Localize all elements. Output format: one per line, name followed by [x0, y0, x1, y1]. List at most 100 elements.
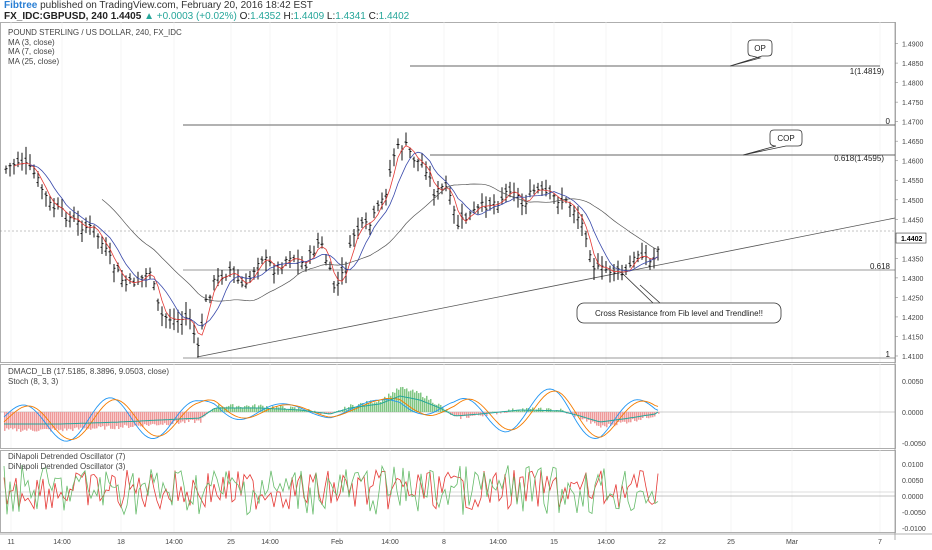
macd-histogram-bar [102, 412, 104, 427]
cross-resistance-callout[interactable]: Cross Resistance from Fib level and Tren… [576, 272, 782, 324]
trading-chart[interactable]: 1.49001.48001.47001.46001.45001.44001.43… [0, 0, 932, 550]
macd-histogram-bar [476, 412, 478, 414]
macd-histogram-bar [426, 395, 428, 412]
macd-histogram-bar [504, 412, 506, 413]
legend-ma3: MA (3, close) [8, 38, 55, 47]
macd-histogram-bar [234, 407, 236, 412]
macd-histogram-bar [110, 412, 112, 429]
macd-histogram-bar [236, 406, 238, 412]
macd-histogram-bar [104, 412, 106, 430]
macd-histogram-bar [106, 412, 108, 427]
macd-histogram-bar [76, 412, 78, 428]
macd-histogram-bar [170, 412, 172, 425]
macd-histogram-bar [596, 412, 598, 426]
macd-histogram-bar [82, 412, 84, 430]
macd-histogram-bar [26, 412, 28, 431]
legend-ma25: MA (25, close) [8, 57, 59, 66]
price-tick-label: 1.4200 [902, 315, 924, 322]
price-tick-label: 1.4100 [902, 354, 924, 361]
macd-histogram-bar [368, 403, 370, 412]
macd-histogram-bar [130, 412, 132, 427]
macd-histogram-bar [432, 402, 434, 412]
time-tick-label: 14:00 [381, 539, 399, 546]
macd-histogram-bar [430, 398, 432, 412]
price-tick-label: 1.4650 [902, 139, 924, 146]
macd-histogram-bar [628, 412, 630, 423]
legend-dmacd: DMACD_LB (17.5185, 8.3896, 9.0503, close… [8, 367, 169, 376]
macd-histogram-bar [68, 412, 70, 429]
op-callout[interactable]: OP [729, 39, 773, 67]
macd-histogram-bar [552, 411, 554, 412]
ma7-line [29, 151, 659, 327]
macd-legend: DMACD_LB (17.5185, 8.3896, 9.0503, close… [8, 367, 169, 386]
legend-ma7: MA (7, close) [8, 47, 55, 56]
macd-histogram-bar [284, 408, 286, 412]
macd-histogram-bar [626, 412, 628, 424]
macd-histogram-bar [518, 410, 520, 412]
time-tick-label: 22 [658, 539, 666, 546]
cop-callout[interactable]: COP [742, 129, 803, 156]
macd-histogram-bar [18, 412, 20, 429]
main-legend: POUND STERLING / US DOLLAR, 240, FX_IDC … [8, 28, 182, 66]
macd-histogram-bar [286, 409, 288, 412]
macd-histogram-bar [30, 412, 32, 430]
pane-frame [0, 450, 896, 533]
macd-histogram-bar [148, 412, 150, 426]
macd-histogram-bar [162, 412, 164, 425]
macd-histogram-bar [474, 412, 476, 416]
macd-histogram-bar [330, 412, 332, 414]
macd-histogram-bar [122, 412, 124, 428]
time-tick-label: 15 [550, 539, 558, 546]
osc-tick-label: 0.0100 [902, 462, 924, 469]
macd-histogram-bar [486, 412, 488, 417]
price-tick-label: 1.4300 [902, 276, 924, 283]
macd-histogram-bar [278, 407, 280, 412]
macd-histogram-bar [238, 405, 240, 412]
macd-histogram-bar [124, 412, 126, 425]
macd-histogram-bar [14, 412, 16, 429]
macd-histogram-bar [164, 412, 166, 424]
macd-histogram-bar [378, 400, 380, 412]
macd-histogram-bar [100, 412, 102, 428]
macd-histogram-bar [40, 412, 42, 430]
macd-histogram-bar [252, 405, 254, 412]
macd-histogram-bar [374, 402, 376, 412]
macd-histogram-bar [244, 406, 246, 412]
macd-histogram-bar [642, 412, 644, 419]
macd-histogram-bar [404, 389, 406, 412]
osc3-line [3, 464, 659, 516]
macd-histogram-bar [472, 412, 474, 416]
macd-histogram-bar [98, 412, 100, 427]
macd-histogram-bar [28, 412, 30, 429]
macd-histogram-bar [118, 412, 120, 430]
macd-histogram-bar [120, 412, 122, 428]
time-tick-label: 25 [727, 539, 735, 546]
macd-histogram-bar [74, 412, 76, 429]
price-axis[interactable]: 1.49001.48001.47001.46001.45001.44001.43… [895, 42, 927, 533]
time-tick-label: Mar [786, 539, 799, 546]
candles-layer [4, 132, 660, 358]
time-tick-label: 11 [7, 539, 14, 546]
macd-histogram-bar [410, 390, 412, 412]
fib-100-label: 1(1.4819) [850, 67, 885, 76]
fib-1-label: 1 [886, 350, 891, 359]
fib-618-cop-label: 0.618(1.4595) [834, 154, 884, 163]
macd-histogram-bar [20, 412, 22, 432]
macd-histogram-bar [634, 412, 636, 421]
macd-histogram-bar [150, 412, 152, 425]
macd-histogram-bar [520, 410, 522, 412]
time-tick-label: 14:00 [261, 539, 279, 546]
macd-histogram-bar [142, 412, 144, 428]
fib-0-label: 0 [886, 117, 891, 126]
macd-histogram-bar [534, 411, 536, 412]
osc-tick-label: -0.0100 [902, 526, 926, 533]
time-tick-label: 14:00 [53, 539, 71, 546]
macd-histogram-bar [424, 398, 426, 412]
time-axis[interactable]: 11 14:00 18 14:00 25 14:00 Feb 14:00 8 14:00 15 14:… [7, 539, 882, 546]
price-tick-label: 1.4600 [902, 159, 924, 166]
time-tick-label: 14:00 [489, 539, 507, 546]
macd-histogram-bar [288, 409, 290, 412]
oscillator-layer [0, 464, 895, 516]
macd-histogram-bar [414, 392, 416, 412]
macd-histogram-bar [188, 412, 190, 422]
